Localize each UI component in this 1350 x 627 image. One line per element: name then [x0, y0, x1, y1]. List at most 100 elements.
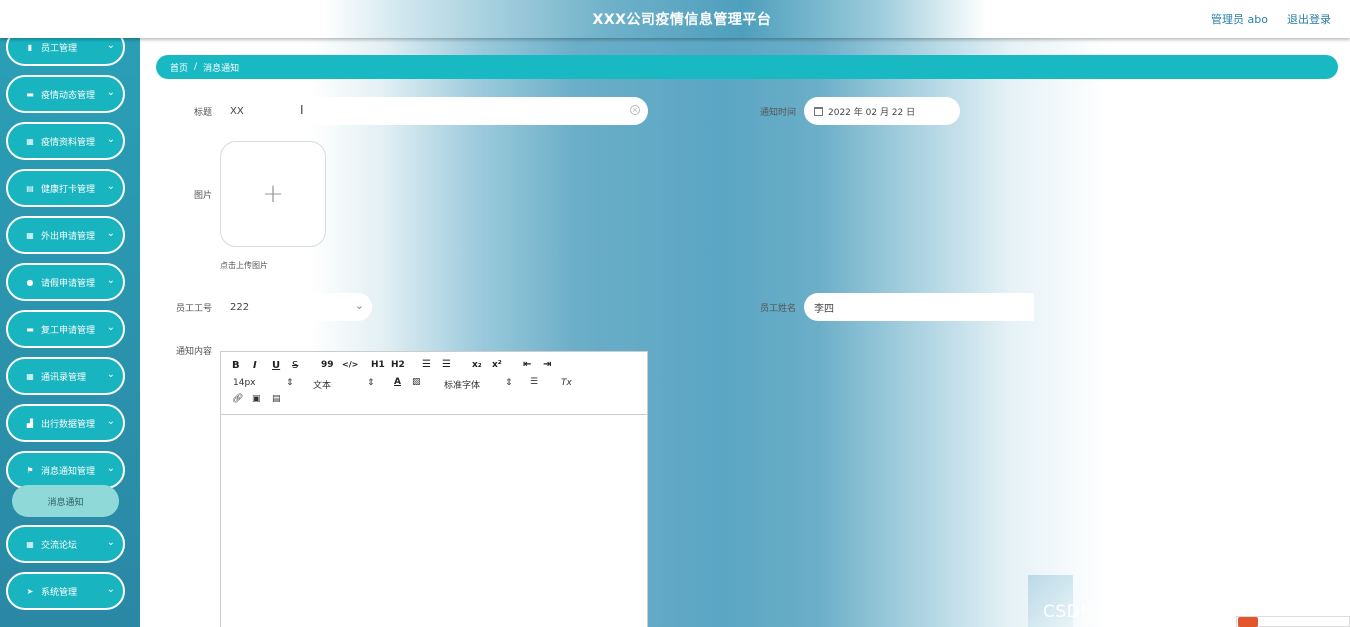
italic-button[interactable]: I [253, 360, 257, 371]
breadcrumb: 首页 / 消息通知 [156, 55, 1338, 79]
logout-link[interactable]: 退出登录 [1287, 11, 1331, 27]
title-value: XX [230, 105, 244, 117]
h1-button[interactable]: H1 [371, 360, 385, 370]
chevron-down-icon: ⌄ [106, 584, 115, 595]
background-color-icon[interactable]: ▨ [412, 377, 421, 387]
app-title: XXX公司疫情信息管理平台 [592, 12, 772, 28]
sidebar-item-label: 员工管理 [41, 43, 78, 54]
sidebar-item-label: 交流论坛 [41, 540, 78, 551]
badge-icon [1238, 617, 1258, 627]
bold-button[interactable]: B [232, 360, 240, 371]
sidebar-item-label: 消息通知管理 [41, 466, 96, 477]
quote-button[interactable]: 99 [321, 360, 334, 370]
outdent-icon[interactable]: ⇤ [523, 359, 531, 370]
sidebar: ▮ 员工管理 ⌄ ▬ 疫情动态管理 ⌄ ▦ 疫情资料管理 ⌄ ▤ 健康打卡管理 … [0, 28, 140, 627]
sidebar-item-label: 疫情动态管理 [41, 90, 96, 101]
sidebar-item-travel-data[interactable]: ▟ 出行数据管理 ⌄ [6, 404, 125, 442]
chevron-down-icon: ⌄ [106, 181, 115, 192]
chevron-updown-icon: ⇕ [367, 378, 375, 388]
top-header: XXX公司疫情信息管理平台 管理员 abo 退出登录 [0, 0, 1350, 38]
employee-id-select[interactable]: 222 ⌄ [220, 293, 372, 321]
clipboard-icon: ▤ [26, 183, 34, 193]
grid-icon: ▦ [26, 230, 34, 240]
title-input[interactable]: XX I × [220, 97, 648, 125]
chevron-down-icon: ⌄ [106, 228, 115, 239]
font-size-select[interactable]: 14px [233, 378, 256, 388]
monitor-icon: ▬ [26, 324, 34, 334]
send-icon: ➤ [26, 586, 34, 596]
sidebar-item-epidemic-news[interactable]: ▬ 疫情动态管理 ⌄ [6, 75, 125, 113]
monitor-icon: ▬ [26, 89, 34, 99]
main-content: 首页 / 消息通知 标题 XX I × 通知时间 2022 年 02 月 22 … [140, 38, 1350, 627]
chevron-down-icon: ⌄ [106, 275, 115, 286]
sidebar-subitem-notification[interactable]: 消息通知 [12, 485, 119, 517]
superscript-button[interactable]: x² [492, 360, 502, 370]
grid-icon: ▦ [26, 371, 34, 381]
image-icon[interactable]: ▣ [252, 394, 261, 404]
indent-icon[interactable]: ⇥ [543, 359, 551, 370]
sidebar-item-label: 系统管理 [41, 587, 78, 598]
sidebar-item-outing[interactable]: ▦ 外出申请管理 ⌄ [6, 216, 125, 254]
calendar-icon [814, 106, 823, 116]
breadcrumb-current: 消息通知 [203, 63, 240, 74]
apps-icon: ▦ [26, 539, 34, 549]
sidebar-item-label: 通讯录管理 [41, 372, 87, 383]
sidebar-item-system[interactable]: ➤ 系统管理 ⌄ [6, 572, 125, 610]
employee-name-value: 李四 [814, 303, 834, 315]
sidebar-item-label: 复工申请管理 [41, 325, 96, 336]
chevron-down-icon: ⌄ [106, 416, 115, 427]
chevron-updown-icon: ⇕ [505, 378, 513, 388]
title-label: 标题 [193, 108, 212, 118]
sidebar-item-forum[interactable]: ▦ 交流论坛 ⌄ [6, 525, 125, 563]
sidebar-item-label: 出行数据管理 [41, 419, 96, 430]
clear-icon[interactable]: × [630, 105, 640, 115]
image-upload[interactable]: + [220, 141, 326, 247]
employee-name-input[interactable]: 李四 [804, 293, 1034, 321]
notify-time-input[interactable]: 2022 年 02 月 22 日 [804, 97, 960, 125]
flag-icon: ⚑ [26, 465, 34, 475]
h2-button[interactable]: H2 [391, 360, 405, 370]
sidebar-item-epidemic-info[interactable]: ▦ 疫情资料管理 ⌄ [6, 122, 125, 160]
editor-toolbar: B I U S 99 </> H1 H2 ☰ ☰ x₂ x² ⇤ ⇥ 14px … [221, 352, 647, 415]
text-color-button[interactable]: A [394, 377, 401, 387]
breadcrumb-home[interactable]: 首页 [170, 61, 188, 74]
employee-id-label: 员工工号 [175, 304, 212, 314]
notify-time-value: 2022 年 02 月 22 日 [828, 107, 916, 118]
chevron-up-icon: ⌄ [106, 463, 115, 474]
sidebar-item-label: 健康打卡管理 [41, 184, 96, 195]
underline-button[interactable]: U [272, 360, 280, 371]
chevron-down-icon: ⌄ [106, 537, 115, 548]
subscript-button[interactable]: x₂ [472, 360, 482, 370]
content-label: 通知内容 [175, 347, 212, 357]
sidebar-item-notifications[interactable]: ⚑ 消息通知管理 ⌄ [6, 451, 125, 489]
chevron-down-icon: ⌄ [106, 322, 115, 333]
text-cursor-icon: I [300, 103, 304, 117]
employee-id-value: 222 [230, 301, 250, 313]
chevron-down-icon: ⌄ [354, 299, 364, 312]
video-icon[interactable]: ▤ [272, 394, 281, 404]
link-icon[interactable]: 🔗︎ [232, 394, 243, 404]
current-user[interactable]: 管理员 abo [1211, 11, 1268, 27]
upload-hint: 点击上传图片 [220, 261, 268, 270]
plus-icon: + [262, 179, 284, 209]
breadcrumb-separator: / [194, 62, 198, 72]
chevron-down-icon: ⌄ [106, 369, 115, 380]
chart-icon: ▟ [26, 418, 34, 428]
sidebar-item-leave[interactable]: ● 请假申请管理 ⌄ [6, 263, 125, 301]
chevron-down-icon: ⌄ [106, 40, 115, 51]
strike-button[interactable]: S [292, 360, 298, 371]
clean-format-button[interactable]: Tx [561, 378, 572, 388]
font-family-select[interactable]: 标准字体 [444, 378, 480, 391]
sidebar-item-contacts[interactable]: ▦ 通讯录管理 ⌄ [6, 357, 125, 395]
sidebar-item-label: 请假申请管理 [41, 278, 96, 289]
ordered-list-icon[interactable]: ☰ [422, 359, 431, 370]
block-type-select[interactable]: 文本 [313, 378, 331, 391]
align-icon[interactable]: ☰ [530, 377, 538, 387]
sidebar-item-health-checkin[interactable]: ▤ 健康打卡管理 ⌄ [6, 169, 125, 207]
sidebar-item-label: 外出申请管理 [41, 231, 96, 242]
editor-content-area[interactable] [221, 415, 647, 627]
code-button[interactable]: </> [342, 360, 358, 369]
bar-chart-icon: ▮ [27, 42, 33, 52]
bullet-list-icon[interactable]: ☰ [442, 359, 451, 370]
sidebar-item-return-work[interactable]: ▬ 复工申请管理 ⌄ [6, 310, 125, 348]
